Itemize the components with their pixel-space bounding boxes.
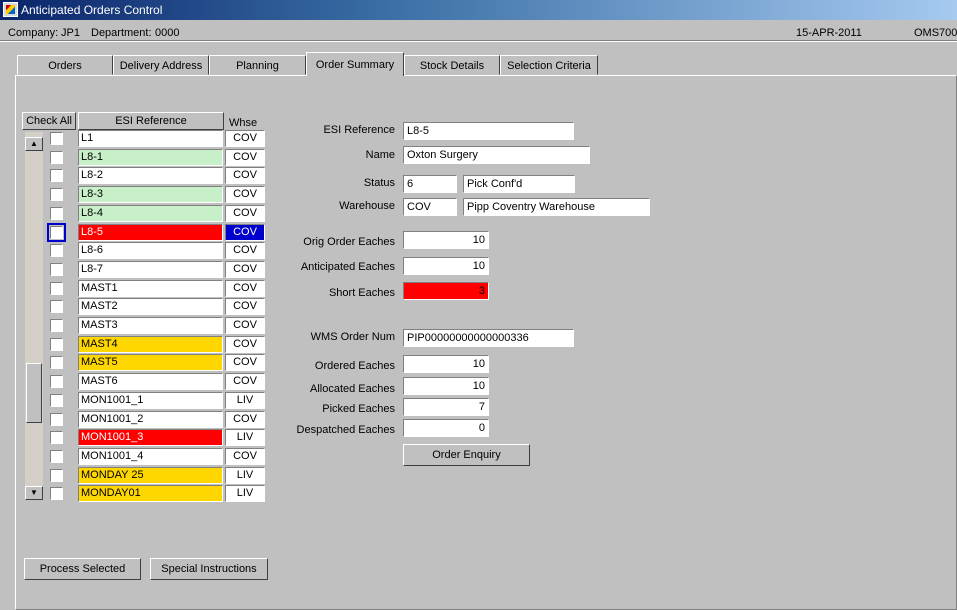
company-label: Company: xyxy=(8,27,59,39)
esi-reference-cell[interactable]: L8-3 xyxy=(78,186,223,203)
status-description-field[interactable]: Pick Conf'd xyxy=(463,175,575,193)
name-label: Name xyxy=(365,149,395,161)
row-checkbox[interactable] xyxy=(50,244,63,257)
scroll-down-arrow-icon[interactable]: ▼ xyxy=(25,486,43,500)
esi-reference-cell[interactable]: L8-7 xyxy=(78,261,223,278)
department-label: Department: xyxy=(91,27,152,39)
tab-delivery-address[interactable]: Delivery Address xyxy=(113,55,209,75)
esi-reference-cell[interactable]: MAST2 xyxy=(78,298,223,315)
check-all-button[interactable]: Check All xyxy=(22,112,76,130)
row-checkbox[interactable] xyxy=(50,394,63,407)
wms-order-num-field[interactable]: PIP00000000000000336 xyxy=(403,329,574,347)
short-eaches-field[interactable]: 3 xyxy=(403,282,489,300)
form-id: OMS7000 xyxy=(914,27,957,39)
grid-scrollbar[interactable] xyxy=(25,132,43,500)
row-checkbox[interactable] xyxy=(50,487,63,500)
esi-reference-cell[interactable]: MON1001_3 xyxy=(78,429,223,446)
esi-reference-label: ESI Reference xyxy=(323,124,395,136)
row-checkbox[interactable] xyxy=(50,356,63,369)
row-checkbox[interactable] xyxy=(50,300,63,313)
esi-reference-cell[interactable]: L8-4 xyxy=(78,205,223,222)
tab-selection-criteria[interactable]: Selection Criteria xyxy=(500,55,598,75)
despatched-eaches-label: Despatched Eaches xyxy=(296,424,395,436)
esi-reference-cell[interactable]: MONDAY01 xyxy=(78,485,223,502)
tab-order-summary[interactable]: Order Summary xyxy=(306,52,404,76)
status-label: Status xyxy=(363,177,395,189)
esi-reference-header: ESI Reference xyxy=(78,112,224,130)
tab-stock-details[interactable]: Stock Details xyxy=(404,55,500,75)
whse-cell[interactable]: COV xyxy=(225,448,265,465)
header-divider xyxy=(0,40,957,42)
row-checkbox[interactable] xyxy=(50,413,63,426)
row-checkbox[interactable] xyxy=(50,263,63,276)
esi-reference-cell[interactable]: MAST6 xyxy=(78,373,223,390)
row-checkbox[interactable] xyxy=(50,469,63,482)
ordered-eaches-field[interactable]: 10 xyxy=(403,355,489,373)
picked-eaches-label: Picked Eaches xyxy=(322,403,395,415)
short-eaches-label: Short Eaches xyxy=(328,287,395,299)
esi-reference-cell[interactable]: L8-5 xyxy=(78,224,223,241)
esi-reference-cell[interactable]: MAST4 xyxy=(78,336,223,353)
ordered-eaches-label: Ordered Eaches xyxy=(314,360,395,372)
esi-reference-cell[interactable]: MONDAY 25 xyxy=(78,467,223,484)
row-checkbox[interactable] xyxy=(50,450,63,463)
orig-order-eaches-label: Orig Order Eaches xyxy=(303,236,395,248)
row-checkbox[interactable] xyxy=(50,188,63,201)
esi-reference-cell[interactable]: MAST3 xyxy=(78,317,223,334)
scroll-thumb[interactable] xyxy=(26,363,42,423)
title-bar: Anticipated Orders Control xyxy=(0,0,957,20)
esi-reference-cell[interactable]: MAST1 xyxy=(78,280,223,297)
esi-reference-field[interactable]: L8-5 xyxy=(403,122,574,140)
row-checkbox[interactable] xyxy=(47,223,66,242)
whse-cell[interactable]: LIV xyxy=(225,467,265,484)
order-enquiry-button[interactable]: Order Enquiry xyxy=(403,444,530,466)
status-line: Company: JP1 Department: 0000 15-APR-201… xyxy=(0,24,957,40)
row-checkbox[interactable] xyxy=(50,169,63,182)
whse-cell[interactable]: COV xyxy=(225,298,265,315)
window-title: Anticipated Orders Control xyxy=(21,3,163,17)
status-code-field[interactable]: 6 xyxy=(403,175,457,193)
esi-reference-cell[interactable]: MON1001_4 xyxy=(78,448,223,465)
row-checkbox[interactable] xyxy=(50,132,63,145)
orig-order-eaches-field[interactable]: 10 xyxy=(403,231,489,249)
row-checkbox[interactable] xyxy=(50,207,63,220)
warehouse-code-field[interactable]: COV xyxy=(403,198,457,216)
app-icon xyxy=(3,2,18,17)
anticipated-eaches-field[interactable]: 10 xyxy=(403,257,489,275)
esi-reference-cell[interactable]: L1 xyxy=(78,130,223,147)
anticipated-eaches-label: Anticipated Eaches xyxy=(300,261,395,273)
row-checkbox[interactable] xyxy=(50,338,63,351)
tab-orders[interactable]: Orders xyxy=(17,55,113,75)
process-selected-button[interactable]: Process Selected xyxy=(24,558,141,580)
wms-order-num-label: WMS Order Num xyxy=(310,331,395,343)
esi-reference-cell[interactable]: L8-1 xyxy=(78,149,223,166)
warehouse-label: Warehouse xyxy=(339,200,395,212)
name-field[interactable]: Oxton Surgery xyxy=(403,146,590,164)
special-instructions-button[interactable]: Special Instructions xyxy=(150,558,268,580)
warehouse-description-field[interactable]: Pipp Coventry Warehouse xyxy=(463,198,650,216)
row-checkbox[interactable] xyxy=(50,319,63,332)
allocated-eaches-field[interactable]: 10 xyxy=(403,377,489,395)
department-value: 0000 xyxy=(155,27,180,39)
esi-reference-cell[interactable]: MAST5 xyxy=(78,354,223,371)
row-checkbox[interactable] xyxy=(50,151,63,164)
whse-cell[interactable]: LIV xyxy=(225,485,265,502)
allocated-eaches-label: Allocated Eaches xyxy=(310,383,395,395)
esi-reference-cell[interactable]: MON1001_2 xyxy=(78,411,223,428)
row-checkbox[interactable] xyxy=(50,431,63,444)
esi-reference-cell[interactable]: L8-6 xyxy=(78,242,223,259)
picked-eaches-field[interactable]: 7 xyxy=(403,398,489,416)
esi-reference-cell[interactable]: MON1001_1 xyxy=(78,392,223,409)
esi-reference-cell[interactable]: L8-2 xyxy=(78,167,223,184)
company-value: JP1 xyxy=(61,27,80,39)
row-checkbox[interactable] xyxy=(50,282,63,295)
current-date: 15-APR-2011 xyxy=(796,27,862,39)
despatched-eaches-field[interactable]: 0 xyxy=(403,419,489,437)
row-checkbox[interactable] xyxy=(50,375,63,388)
scroll-up-arrow-icon[interactable]: ▲ xyxy=(25,137,43,151)
tab-planning[interactable]: Planning xyxy=(209,55,306,75)
